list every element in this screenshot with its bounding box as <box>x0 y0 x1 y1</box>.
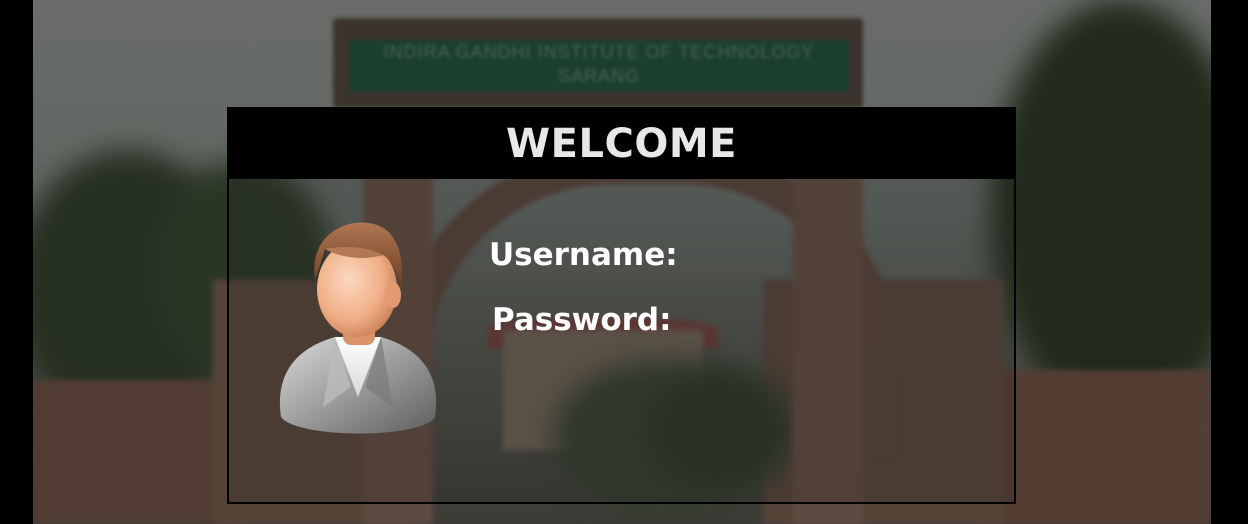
username-label: Username: <box>489 237 678 273</box>
password-input[interactable] <box>679 302 983 342</box>
login-screen: INDIRA GANDHI INSTITUTE OF TECHNOLOGY SA… <box>0 0 1248 524</box>
welcome-title: WELCOME <box>506 121 737 167</box>
user-avatar-icon <box>273 217 443 449</box>
password-label: Password: <box>492 302 672 338</box>
login-card: WELCOME Username: Password: <box>227 107 1016 504</box>
username-input[interactable] <box>679 237 983 277</box>
card-header: WELCOME <box>229 109 1014 179</box>
